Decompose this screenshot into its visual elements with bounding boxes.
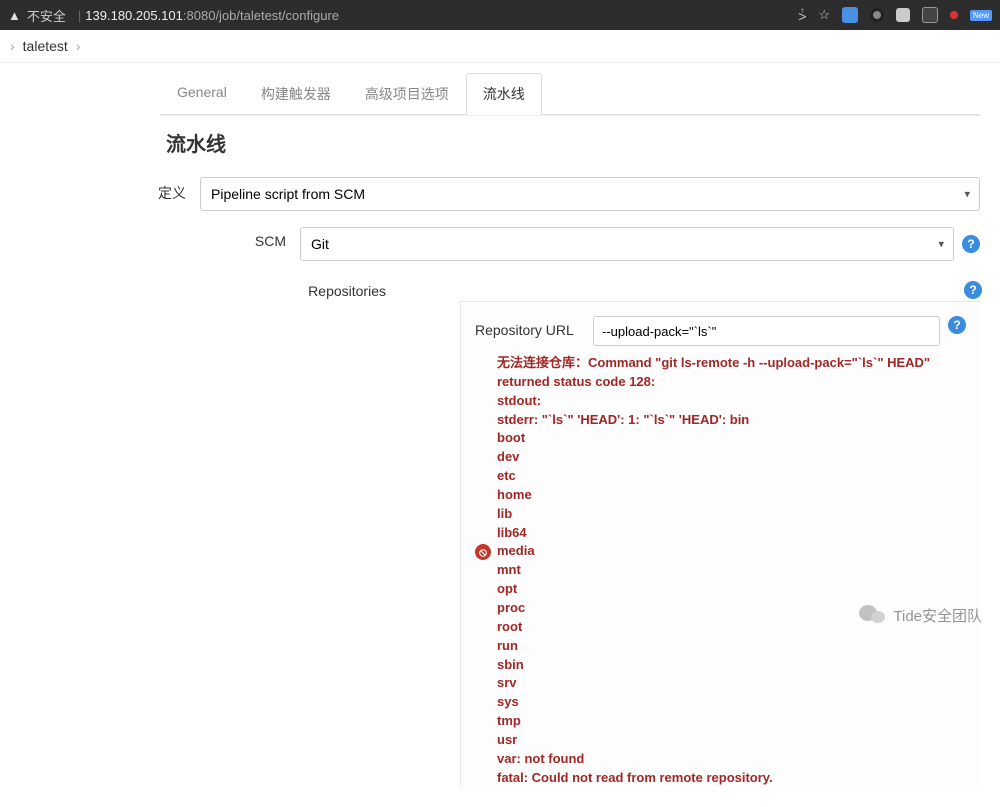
tab-general[interactable]: General: [160, 73, 244, 115]
new-badge-icon[interactable]: New: [970, 10, 992, 21]
extension-icon-1[interactable]: [842, 7, 858, 23]
help-icon[interactable]: ?: [964, 281, 982, 299]
browser-address-bar: ▲ 不安全 | 139.180.205.101:8080/job/taletes…: [0, 0, 1000, 30]
repositories-label: Repositories: [160, 277, 400, 299]
scm-label: SCM: [160, 227, 300, 249]
repository-panel: Repository URL ? ⦸ 无法连接仓库：Command "git l…: [460, 301, 980, 787]
breadcrumb: › taletest ›: [0, 30, 1000, 63]
bookmark-star-icon[interactable]: ☆: [818, 7, 830, 23]
error-icon: ⦸: [475, 544, 491, 560]
wechat-icon: [859, 603, 887, 627]
breadcrumb-separator-icon: ›: [76, 38, 81, 54]
scm-select[interactable]: Git: [300, 227, 954, 261]
watermark: Tide安全团队: [859, 603, 982, 627]
watermark-text: Tide安全团队: [893, 605, 982, 626]
translate-icon[interactable]: ⩼: [798, 7, 806, 24]
repository-url-input[interactable]: [593, 316, 940, 346]
configure-content: General 构建触发器 高级项目选项 流水线 流水线 定义 Pipeline…: [0, 63, 1000, 807]
extension-icon-3[interactable]: [896, 8, 910, 22]
tab-build-triggers[interactable]: 构建触发器: [244, 73, 348, 115]
browser-extension-icons: ⩼ ☆ New: [798, 7, 992, 24]
help-icon[interactable]: ?: [962, 235, 980, 253]
help-icon[interactable]: ?: [948, 316, 966, 334]
breadcrumb-item[interactable]: taletest: [15, 38, 76, 54]
config-tabs: General 构建触发器 高级项目选项 流水线: [160, 73, 980, 115]
notification-dot-icon[interactable]: [950, 11, 958, 19]
extension-icon-2[interactable]: [870, 8, 884, 22]
definition-select[interactable]: Pipeline script from SCM: [200, 177, 980, 211]
validation-error: ⦸ 无法连接仓库：Command "git ls-remote -h --upl…: [475, 354, 966, 787]
definition-label: 定义: [60, 177, 200, 203]
extension-icon-4[interactable]: [922, 7, 938, 23]
insecure-warning-icon: ▲: [8, 8, 21, 23]
insecure-label: 不安全: [27, 6, 66, 25]
repository-url-label: Repository URL: [475, 316, 593, 338]
url-display[interactable]: 139.180.205.101:8080/job/taletest/config…: [85, 8, 339, 23]
section-title-pipeline: 流水线: [160, 128, 980, 157]
error-message: 无法连接仓库：Command "git ls-remote -h --uploa…: [497, 354, 966, 787]
tab-advanced-options[interactable]: 高级项目选项: [348, 73, 466, 115]
tab-pipeline[interactable]: 流水线: [466, 73, 542, 115]
